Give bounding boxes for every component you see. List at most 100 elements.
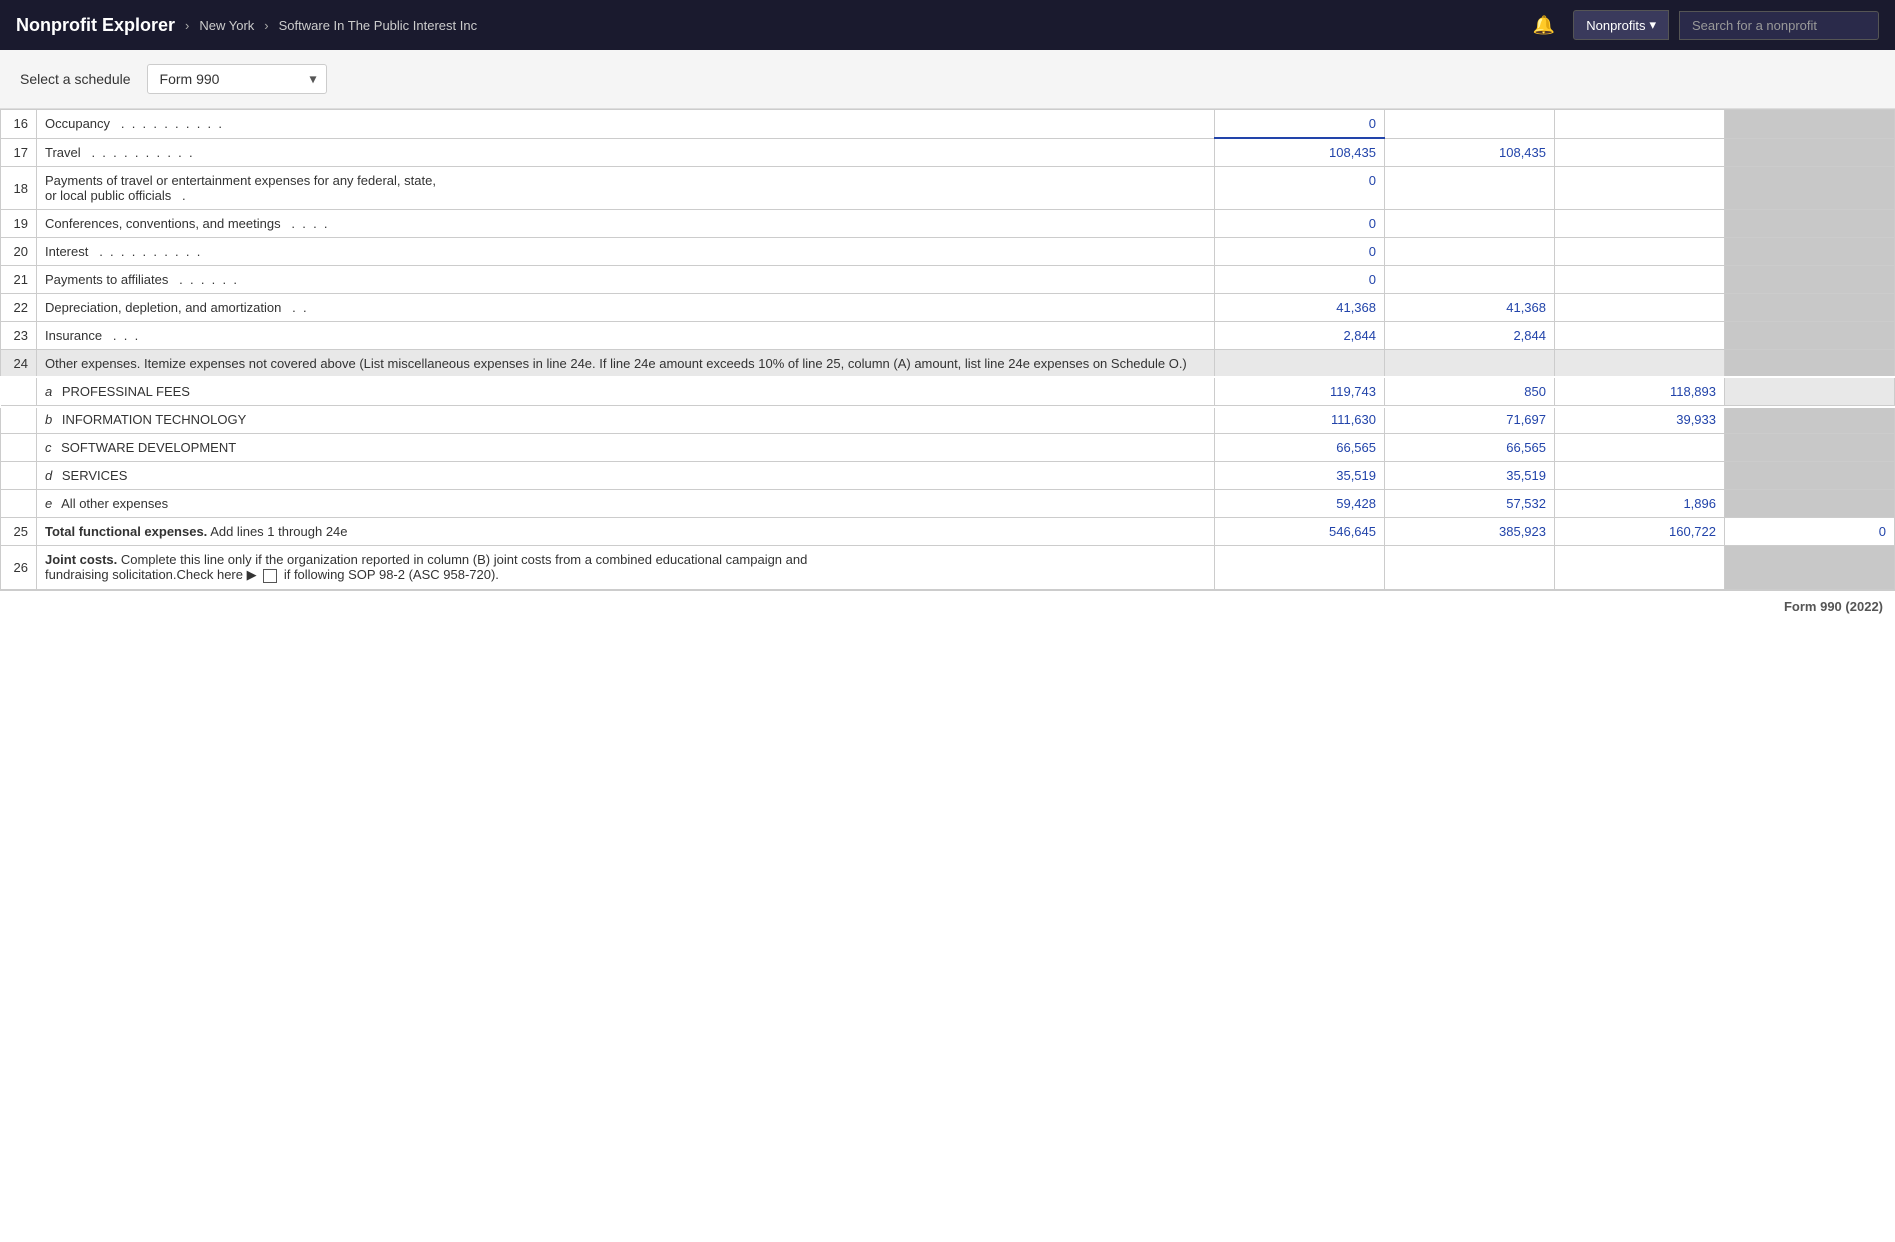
breadcrumb-chevron-2: ›: [264, 18, 268, 33]
search-input[interactable]: [1679, 11, 1879, 40]
col-b-value: 41,368: [1385, 294, 1555, 322]
schedule-select-label: Select a schedule: [20, 71, 131, 87]
expenses-table-container: 16 Occupancy . . . . . . . . . . 0 17 Tr…: [0, 109, 1895, 590]
row-label: Payments of travel or entertainment expe…: [37, 167, 1215, 210]
row-number: 20: [1, 238, 37, 266]
row-number: 19: [1, 210, 37, 238]
col-b-value: 71,697: [1385, 406, 1555, 434]
col-c-value: [1555, 167, 1725, 210]
col-c-value: [1555, 238, 1725, 266]
bell-icon[interactable]: 🔔: [1533, 15, 1555, 36]
table-row: 16 Occupancy . . . . . . . . . . 0: [1, 110, 1895, 139]
sub-row-label: SERVICES: [62, 468, 128, 483]
table-row: 23 Insurance . . . 2,844 2,844: [1, 322, 1895, 350]
col-b-value: 108,435: [1385, 138, 1555, 167]
col-c-value: 39,933: [1555, 406, 1725, 434]
col-d-value: [1725, 167, 1895, 210]
col-a-value: 59,428: [1215, 490, 1385, 518]
sub-row-letter: d: [45, 468, 52, 483]
row-number: [1, 434, 37, 462]
sub-row-label: PROFESSINAL FEES: [62, 384, 190, 399]
joint-costs-checkbox[interactable]: [263, 569, 277, 583]
joint-costs-label-bold: Joint costs.: [45, 552, 117, 567]
form-footer-year: (2022): [1845, 599, 1883, 614]
row-label: c SOFTWARE DEVELOPMENT: [37, 434, 1215, 462]
breadcrumb-org[interactable]: Software In The Public Interest Inc: [279, 18, 477, 33]
row-number: [1, 490, 37, 518]
row-label: Insurance . . .: [37, 322, 1215, 350]
table-row: 18 Payments of travel or entertainment e…: [1, 167, 1895, 210]
row-label: a PROFESSINAL FEES: [37, 378, 1215, 406]
row-number: 17: [1, 138, 37, 167]
table-row: 19 Conferences, conventions, and meeting…: [1, 210, 1895, 238]
row-label: Conferences, conventions, and meetings .…: [37, 210, 1215, 238]
row-label: d SERVICES: [37, 462, 1215, 490]
col-a-value: 0: [1215, 238, 1385, 266]
sub-row-letter: b: [45, 412, 52, 427]
col-d-value: [1725, 378, 1895, 406]
header: Nonprofit Explorer › New York › Software…: [0, 0, 1895, 50]
row-number: 23: [1, 322, 37, 350]
nonprofits-dropdown-button[interactable]: Nonprofits ▾: [1573, 10, 1669, 40]
col-a-value: 0: [1215, 110, 1385, 139]
schedule-select[interactable]: Form 990 Form 990-EZ Form 990-PF: [147, 64, 327, 94]
col-c-value: [1555, 266, 1725, 294]
row-number: [1, 406, 37, 434]
row-number: 24: [1, 350, 37, 378]
col-d-value: [1725, 490, 1895, 518]
table-row: a PROFESSINAL FEES 119,743 850 118,893: [1, 378, 1895, 406]
col-b-value: 2,844: [1385, 322, 1555, 350]
col-b-value: [1385, 110, 1555, 139]
table-row: 26 Joint costs. Complete this line only …: [1, 546, 1895, 590]
row-number: 25: [1, 518, 37, 546]
col-c-value: [1555, 110, 1725, 139]
col-a-value: [1215, 546, 1385, 590]
table-row: e All other expenses 59,428 57,532 1,896: [1, 490, 1895, 518]
table-row: b INFORMATION TECHNOLOGY 111,630 71,697 …: [1, 406, 1895, 434]
col-b-value: [1385, 167, 1555, 210]
col-a-value: 35,519: [1215, 462, 1385, 490]
col-b-value: [1385, 266, 1555, 294]
form-footer-text: Form: [1784, 599, 1817, 614]
form-footer: Form 990 (2022): [0, 590, 1895, 622]
sub-row-letter: c: [45, 440, 52, 455]
col-d-value: 0: [1725, 518, 1895, 546]
row-label: Depreciation, depletion, and amortizatio…: [37, 294, 1215, 322]
row-label: e All other expenses: [37, 490, 1215, 518]
col-c-value: [1555, 294, 1725, 322]
col-d-value: [1725, 350, 1895, 378]
col-a-value: 2,844: [1215, 322, 1385, 350]
col-d-value: [1725, 294, 1895, 322]
col-a-value: 108,435: [1215, 138, 1385, 167]
col-c-value: [1555, 322, 1725, 350]
col-b-value: [1385, 546, 1555, 590]
table-row: 17 Travel . . . . . . . . . . 108,435 10…: [1, 138, 1895, 167]
table-row: 24 Other expenses. Itemize expenses not …: [1, 350, 1895, 378]
col-a-value: [1215, 350, 1385, 378]
col-c-value: 160,722: [1555, 518, 1725, 546]
col-c-value: [1555, 434, 1725, 462]
row-label: Other expenses. Itemize expenses not cov…: [37, 350, 1215, 378]
row-label: Joint costs. Complete this line only if …: [37, 546, 1215, 590]
col-d-value: [1725, 434, 1895, 462]
breadcrumb-new-york[interactable]: New York: [199, 18, 254, 33]
sub-row-label: INFORMATION TECHNOLOGY: [62, 412, 246, 427]
nonprofits-label: Nonprofits: [1586, 18, 1645, 33]
sub-row-label: All other expenses: [61, 496, 168, 511]
col-b-value: 850: [1385, 378, 1555, 406]
sub-header: Select a schedule Form 990 Form 990-EZ F…: [0, 50, 1895, 109]
sub-row-letter: a: [45, 384, 52, 399]
sub-row-letter: e: [45, 496, 52, 511]
row-number: 18: [1, 167, 37, 210]
col-d-value: [1725, 546, 1895, 590]
col-c-value: [1555, 546, 1725, 590]
nonprofits-dropdown-arrow: ▾: [1649, 17, 1656, 33]
row-number: 16: [1, 110, 37, 139]
table-row: 25 Total functional expenses. Add lines …: [1, 518, 1895, 546]
sub-row-label: SOFTWARE DEVELOPMENT: [61, 440, 236, 455]
row-number: [1, 378, 37, 406]
col-a-value: 111,630: [1215, 406, 1385, 434]
col-d-value: [1725, 210, 1895, 238]
breadcrumb-chevron-1: ›: [185, 18, 189, 33]
row-number: 21: [1, 266, 37, 294]
